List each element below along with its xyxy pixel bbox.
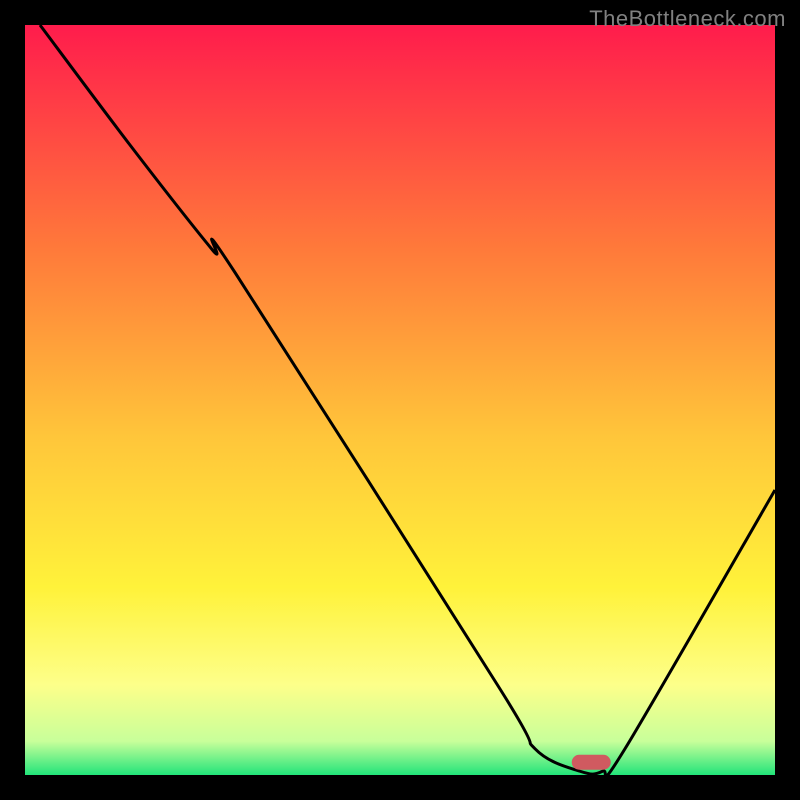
watermark-label: TheBottleneck.com (589, 6, 786, 32)
chart-container: TheBottleneck.com (0, 0, 800, 800)
chart-svg (0, 0, 800, 800)
optimum-marker (572, 755, 611, 770)
chart-background (25, 25, 775, 775)
